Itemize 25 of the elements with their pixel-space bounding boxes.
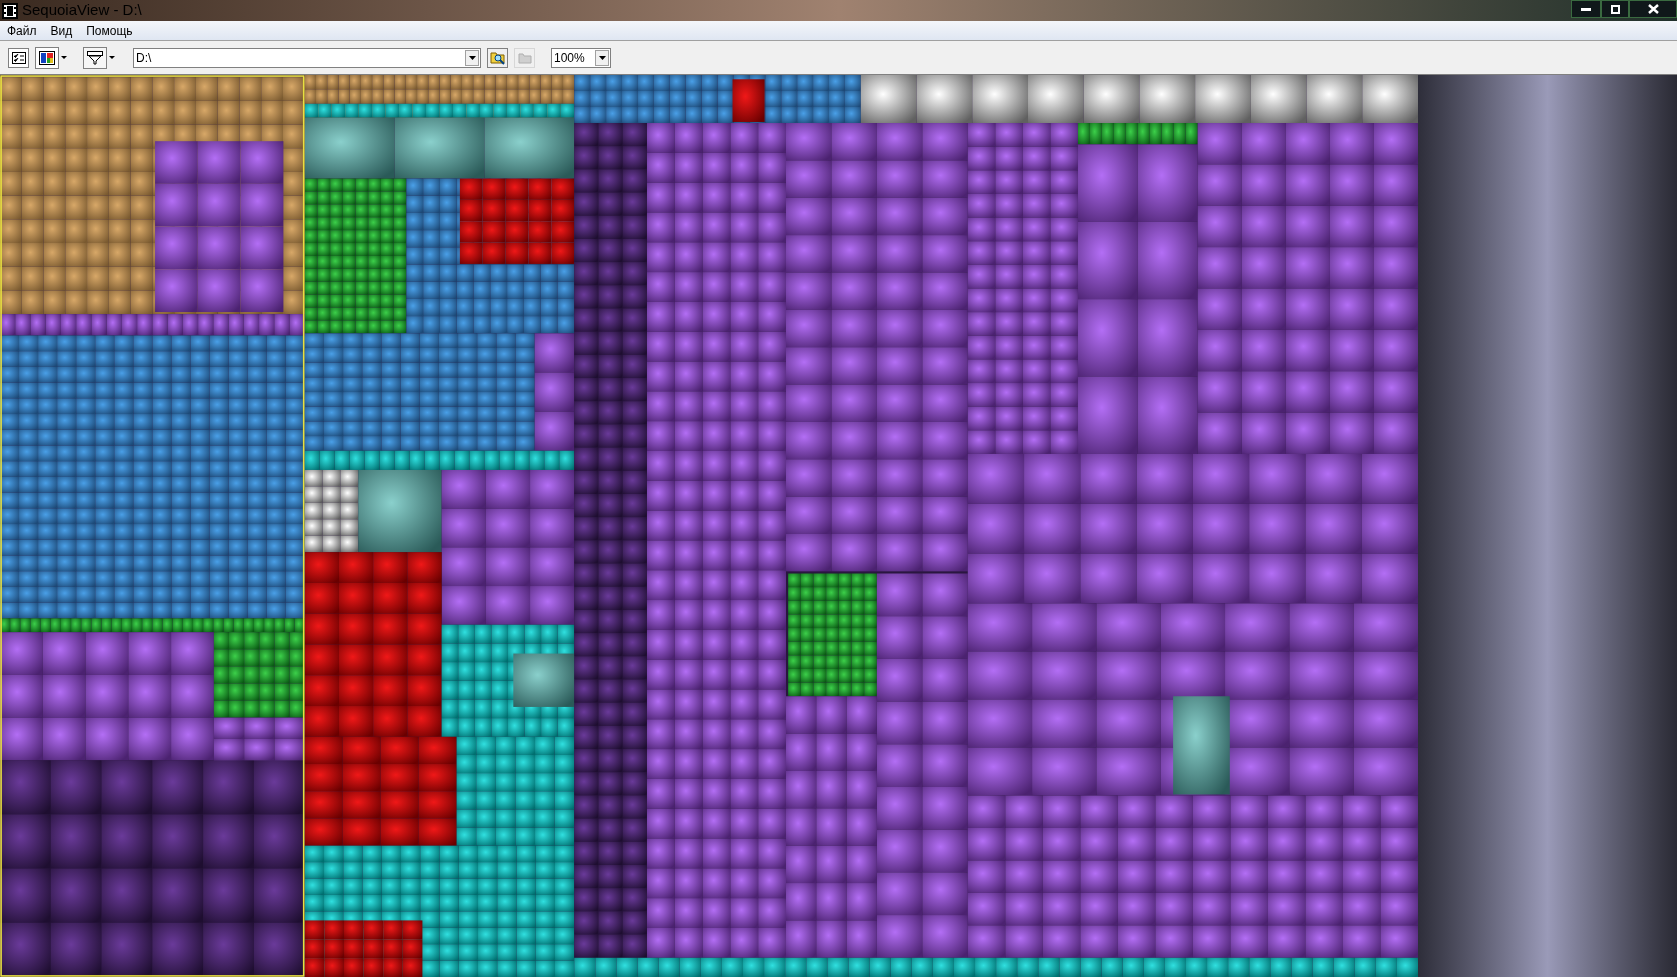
caret-icon bbox=[598, 55, 606, 60]
folder-icon bbox=[517, 51, 532, 64]
filter-button[interactable] bbox=[83, 46, 107, 69]
menu-item[interactable]: Вид bbox=[44, 21, 79, 40]
minimize-button[interactable] bbox=[1571, 0, 1601, 18]
browse-button[interactable] bbox=[487, 47, 508, 68]
checklist-button[interactable] bbox=[8, 47, 29, 68]
treemap-drawing[interactable] bbox=[0, 75, 1418, 977]
menu-item[interactable]: Помощь bbox=[80, 21, 139, 40]
film-icon bbox=[2, 2, 18, 19]
filter-icon bbox=[87, 50, 103, 65]
menu-item[interactable]: Файл bbox=[1, 21, 43, 40]
zoom-combobox[interactable]: 100% bbox=[551, 47, 611, 68]
caret-icon bbox=[61, 56, 67, 59]
path-combobox[interactable]: D:\ bbox=[133, 47, 481, 68]
restore-button[interactable] bbox=[1601, 0, 1629, 18]
color-scheme-icon bbox=[39, 50, 55, 65]
folder-search-icon bbox=[489, 50, 506, 65]
colors-button[interactable] bbox=[35, 46, 59, 69]
close-icon bbox=[1647, 4, 1659, 14]
caret-icon bbox=[468, 55, 476, 60]
window-title: SequoiaView - D:\ bbox=[22, 0, 142, 21]
checklist-icon bbox=[11, 51, 26, 64]
caret-icon bbox=[109, 56, 115, 59]
close-button[interactable] bbox=[1629, 0, 1677, 18]
